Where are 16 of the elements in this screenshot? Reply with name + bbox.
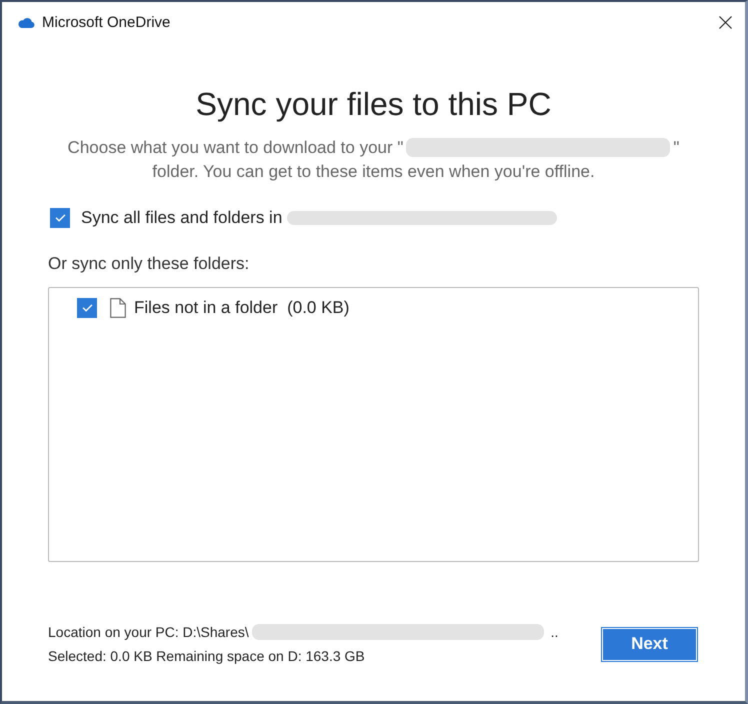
- close-icon: [719, 16, 732, 28]
- checkbox[interactable]: [77, 298, 97, 318]
- section-label: Or sync only these folders:: [48, 253, 250, 275]
- check-icon: [82, 304, 92, 312]
- next-button[interactable]: Next: [601, 626, 698, 662]
- checkbox-label[interactable]: Sync all files and folders in: [81, 208, 282, 228]
- checkbox[interactable]: [50, 208, 70, 228]
- file-icon: [110, 298, 126, 318]
- window-title: Microsoft OneDrive: [42, 14, 172, 30]
- check-icon: [54, 214, 66, 222]
- list-item-label[interactable]: Files not in a folder (0.0 KB): [134, 298, 350, 318]
- cloud-icon: [17, 16, 35, 28]
- location-text: Location on your PC: D:\Shares\ ..: [48, 623, 558, 642]
- selection-summary: Selected: 0.0 KB Remaining space on D: 163.3 GB: [48, 647, 366, 666]
- dialog-heading: Sync your files to this PC: [194, 86, 552, 122]
- description-text: Choose what you want to download to your " " folder. You can get to these items even when you're offline.: [66, 137, 680, 183]
